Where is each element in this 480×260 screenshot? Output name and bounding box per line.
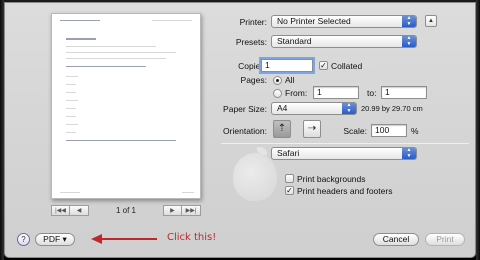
preview-footer-line <box>182 192 194 193</box>
section-divider <box>221 143 469 144</box>
preview-text-line <box>66 108 76 109</box>
preview-text-line <box>66 58 166 59</box>
paper-size-label: Paper Size: <box>223 104 267 114</box>
portrait-orientation-icon[interactable]: ⇡ <box>273 120 291 138</box>
collated-label: Collated <box>331 61 363 71</box>
preview-title-line <box>66 38 96 40</box>
first-page-icon[interactable]: |◀◀ <box>51 205 70 216</box>
help-button[interactable]: ? <box>17 233 30 246</box>
window-frame-right <box>476 0 480 260</box>
copies-field[interactable]: 1 <box>261 59 313 72</box>
preview-text-line <box>66 92 76 93</box>
printer-select[interactable]: No Printer Selected ▲ ▼ <box>271 15 417 28</box>
preview-header-line <box>152 20 192 21</box>
preview-text-line <box>66 140 176 141</box>
print-button[interactable]: Print <box>425 233 465 246</box>
pages-to-field[interactable]: 1 <box>381 86 427 99</box>
preview-text-line <box>66 124 78 125</box>
preview-text-line <box>66 46 156 47</box>
preview-text-line <box>66 52 176 53</box>
app-section-value: Safari <box>277 148 300 158</box>
print-sheet: |◀◀ ◀ 1 of 1 ▶ ▶▶| Printer: No Printer S… <box>4 2 476 258</box>
preview-pager: |◀◀ ◀ 1 of 1 ▶ ▶▶| <box>51 204 201 217</box>
popup-arrows-icon: ▲ ▼ <box>342 102 356 114</box>
last-page-icon[interactable]: ▶▶| <box>181 205 201 216</box>
disclosure-triangle-icon[interactable]: ▲ <box>425 15 437 27</box>
print-headers-footers-label: Print headers and footers <box>297 186 393 196</box>
print-preview-page <box>51 13 201 199</box>
callout-text: Click this! <box>167 232 217 243</box>
app-section-select[interactable]: Safari ▲ ▼ <box>271 147 417 160</box>
next-page-icon[interactable]: ▶ <box>162 205 182 216</box>
pages-all-label: All <box>285 75 295 85</box>
scale-field[interactable]: 100 <box>371 124 407 137</box>
pages-to-label: to: <box>367 88 377 98</box>
paper-size-select[interactable]: A4 ▲ ▼ <box>271 102 357 115</box>
paper-dimensions: 20.99 by 29.70 cm <box>361 104 423 113</box>
pages-all-radio[interactable] <box>273 76 282 85</box>
orientation-label: Orientation: <box>223 126 267 136</box>
preview-text-line <box>66 66 146 67</box>
page-count-label: 1 of 1 <box>115 206 136 215</box>
collated-checkbox[interactable]: ✓ <box>319 61 328 70</box>
printer-label: Printer: <box>239 17 267 27</box>
paper-size-value: A4 <box>277 103 288 113</box>
scale-label: Scale: <box>343 126 367 136</box>
print-backgrounds-label: Print backgrounds <box>297 174 366 184</box>
pages-from-label: From: <box>285 88 308 98</box>
pager-back-group: |◀◀ ◀ <box>51 205 89 216</box>
preview-text-line <box>66 76 78 77</box>
print-backgrounds-checkbox[interactable] <box>285 174 294 183</box>
preview-footer-line <box>60 192 80 193</box>
pdf-menu-button[interactable]: PDF ▾ <box>35 233 75 246</box>
pages-from-field[interactable]: 1 <box>313 86 359 99</box>
cancel-button[interactable]: Cancel <box>373 233 419 246</box>
popup-arrows-icon: ▲ ▼ <box>402 147 416 159</box>
presets-value: Standard <box>277 36 312 46</box>
pages-label: Pages: <box>240 75 267 85</box>
pages-from-radio[interactable] <box>273 89 282 98</box>
preview-text-line <box>66 84 76 85</box>
copies-label: Copies: <box>238 61 267 71</box>
preview-text-line <box>66 116 76 117</box>
scale-unit: % <box>411 126 419 136</box>
print-headers-footers-checkbox[interactable]: ✓ <box>285 186 294 195</box>
popup-arrows-icon: ▲ ▼ <box>402 35 416 47</box>
popup-arrows-icon: ▲ ▼ <box>402 15 416 27</box>
preview-text-line <box>66 100 78 101</box>
presets-select[interactable]: Standard ▲ ▼ <box>271 35 417 48</box>
pager-forward-group: ▶ ▶▶| <box>162 205 201 216</box>
preview-header-line <box>60 20 100 21</box>
presets-label: Presets: <box>235 37 267 47</box>
previous-page-icon[interactable]: ◀ <box>70 205 89 216</box>
apple-logo-icon <box>233 153 277 201</box>
printer-value: No Printer Selected <box>277 16 351 26</box>
callout-arrow-line <box>101 238 157 240</box>
landscape-orientation-icon[interactable]: ⇢ <box>303 120 321 138</box>
preview-text-line <box>66 132 76 133</box>
